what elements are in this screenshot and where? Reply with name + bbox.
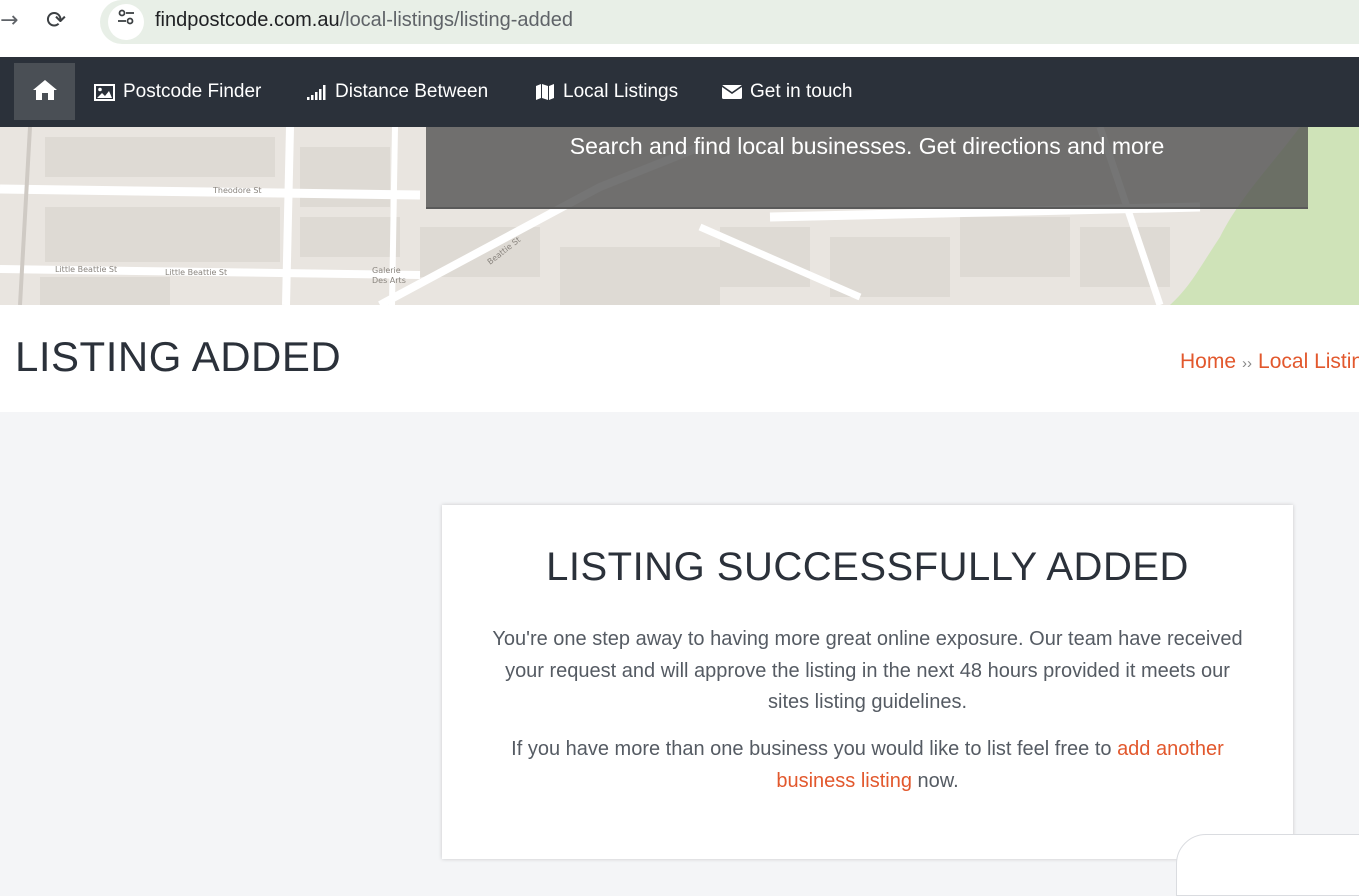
signal-icon [307,84,327,100]
map-icon [535,83,555,101]
breadcrumb-local-listings-link[interactable]: Local Listings [1258,350,1359,373]
home-icon [32,79,58,105]
add-another-text-after: now. [911,769,959,792]
svg-text:Des Arts: Des Arts [372,276,406,285]
image-icon [94,83,115,101]
page-title-bar: LISTING ADDED Home ›› Local Listings [0,305,1359,412]
confirmation-message: You're one step away to having more grea… [492,628,1243,713]
url-path: /local-listings/listing-added [339,9,574,31]
nav-postcode-finder-label: Postcode Finder [123,81,262,102]
url-domain: findpostcode.com.au [155,9,340,31]
envelope-icon [722,84,742,100]
breadcrumb: Home ›› Local Listings [1180,350,1359,374]
main-navbar: Postcode Finder Distance Between Local L… [0,57,1359,127]
success-heading: LISTING SUCCESSFULLY ADDED [546,545,1189,589]
nav-local-listings-label: Local Listings [563,81,679,102]
hero-map-banner: Theodore St Little Beattie St Little Bea… [0,127,1359,305]
svg-text:Little Beattie St: Little Beattie St [165,268,227,277]
listing-added-card: LISTING SUCCESSFULLY ADDED You're one st… [442,505,1293,859]
toolbar-divider [0,44,1359,58]
forward-arrow-icon[interactable]: → [0,8,18,33]
browser-toolbar: → ⟳ findpostcode.com.au/local-listings/l… [0,0,1359,58]
breadcrumb-home-link[interactable]: Home [1180,350,1236,373]
svg-text:Theodore St: Theodore St [212,186,262,195]
nav-distance-between-label: Distance Between [335,81,489,102]
hero-tagline-panel: Search and find local businesses. Get di… [426,127,1308,209]
nav-distance-between[interactable]: Distance Between [307,77,488,107]
breadcrumb-separator: ›› [1242,355,1253,372]
page-title: LISTING ADDED [15,333,342,380]
nav-local-listings[interactable]: Local Listings [535,77,678,107]
add-another-text-before: If you have more than one business you w… [511,738,1118,760]
url-text[interactable]: findpostcode.com.au/local-listings/listi… [155,9,573,32]
reload-icon[interactable]: ⟳ [46,6,66,34]
hero-tagline: Search and find local businesses. Get di… [569,133,1165,159]
add-another-message: If you have more than one business you w… [502,734,1233,797]
nav-get-in-touch-label: Get in touch [750,81,853,102]
nav-home-button[interactable] [14,63,75,120]
nav-get-in-touch[interactable]: Get in touch [722,77,852,107]
nav-postcode-finder[interactable]: Postcode Finder [94,77,261,107]
svg-text:Little Beattie St: Little Beattie St [55,265,117,274]
svg-text:Galerie: Galerie [372,266,401,275]
site-settings-icon[interactable] [108,4,144,40]
chat-widget[interactable] [1176,834,1359,896]
